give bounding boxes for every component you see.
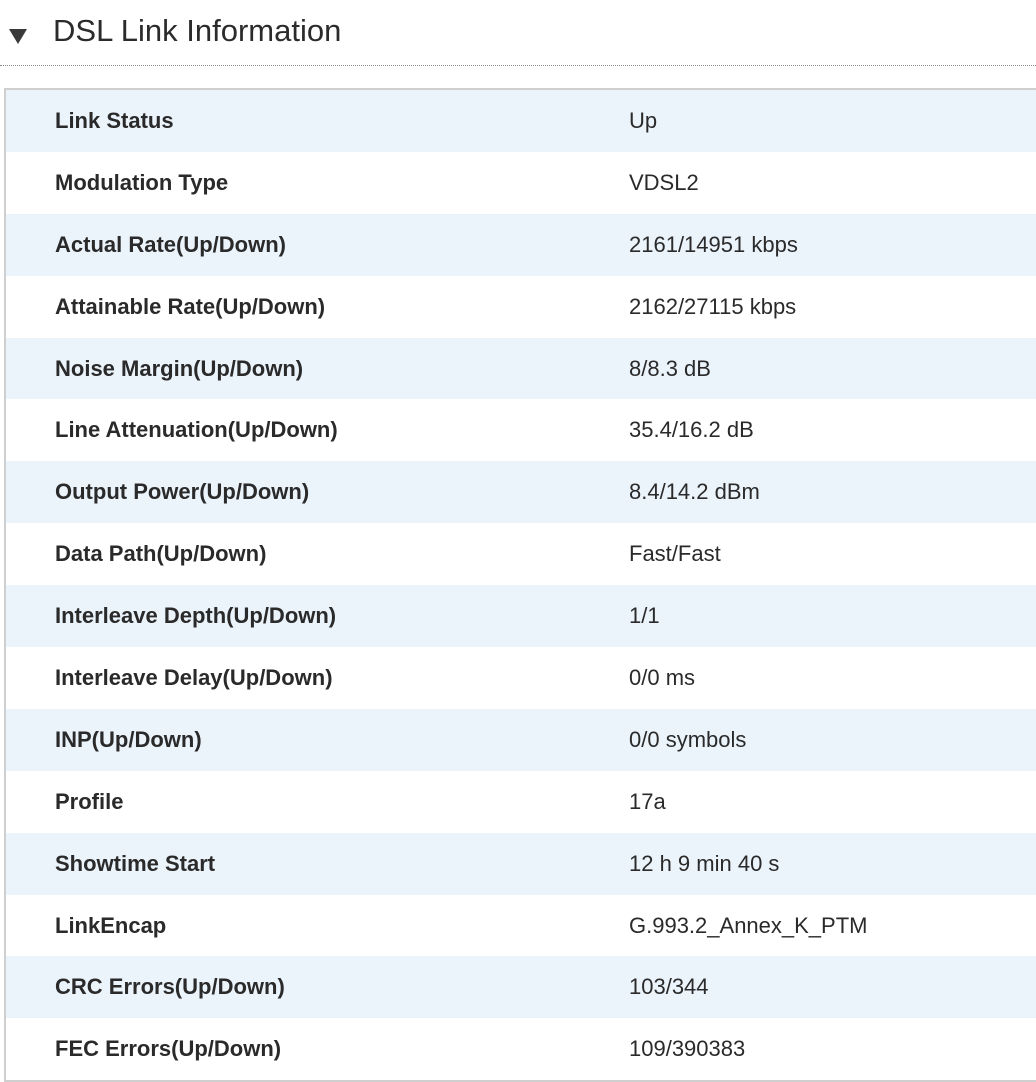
row-value-link-status: Up xyxy=(629,107,658,133)
row-label-interleave-depth: Interleave Depth(Up/Down) xyxy=(55,603,337,629)
row-label-interleave-delay: Interleave Delay(Up/Down) xyxy=(55,664,333,690)
row-value-showtime-start: 12 h 9 min 40 s xyxy=(629,850,780,876)
row-label-showtime-start: Showtime Start xyxy=(55,850,216,876)
row-label-link-status: Link Status xyxy=(55,107,174,133)
row-label-fec-errors: FEC Errors(Up/Down) xyxy=(55,1036,282,1062)
row-label-line-attenuation: Line Attenuation(Up/Down) xyxy=(55,417,338,443)
row-label-profile: Profile xyxy=(55,788,124,814)
table-row: Data Path(Up/Down) Fast/Fast xyxy=(6,523,1036,586)
table-row: INP(Up/Down) 0/0 symbols xyxy=(6,708,1036,771)
table-row: Showtime Start 12 h 9 min 40 s xyxy=(6,832,1036,895)
section-header: DSL Link Information xyxy=(0,0,1036,66)
table-row: LinkEncap G.993.2_Annex_K_PTM xyxy=(6,894,1036,957)
table-row: Noise Margin(Up/Down) 8/8.3 dB xyxy=(6,337,1036,400)
table-row: Interleave Depth(Up/Down) 1/1 xyxy=(6,585,1036,648)
row-label-link-encap: LinkEncap xyxy=(55,912,167,938)
table-row: Output Power(Up/Down) 8.4/14.2 dBm xyxy=(6,461,1036,524)
row-label-data-path: Data Path(Up/Down) xyxy=(55,541,267,567)
table-row: Actual Rate(Up/Down) 2161/14951 kbps xyxy=(6,213,1036,276)
row-label-attainable-rate: Attainable Rate(Up/Down) xyxy=(55,293,326,319)
row-label-output-power: Output Power(Up/Down) xyxy=(55,479,310,505)
row-label-modulation-type: Modulation Type xyxy=(55,169,229,195)
row-value-data-path: Fast/Fast xyxy=(629,541,721,567)
row-value-fec-errors: 109/390383 xyxy=(629,1036,746,1062)
row-label-crc-errors: CRC Errors(Up/Down) xyxy=(55,974,285,1000)
row-label-actual-rate: Actual Rate(Up/Down) xyxy=(55,231,286,257)
row-value-interleave-delay: 0/0 ms xyxy=(629,664,696,690)
row-value-actual-rate: 2161/14951 kbps xyxy=(629,231,798,257)
row-value-inp: 0/0 symbols xyxy=(629,726,747,752)
row-value-noise-margin: 8/8.3 dB xyxy=(629,355,711,381)
table-row: Line Attenuation(Up/Down) 35.4/16.2 dB xyxy=(6,399,1036,462)
table-row: Attainable Rate(Up/Down) 2162/27115 kbps xyxy=(6,275,1036,338)
row-value-crc-errors: 103/344 xyxy=(629,974,709,1000)
row-value-line-attenuation: 35.4/16.2 dB xyxy=(629,417,754,443)
row-value-modulation-type: VDSL2 xyxy=(629,169,699,195)
row-value-output-power: 8.4/14.2 dBm xyxy=(629,479,760,505)
row-value-link-encap: G.993.2_Annex_K_PTM xyxy=(629,912,868,938)
row-value-attainable-rate: 2162/27115 kbps xyxy=(629,293,797,319)
row-label-inp: INP(Up/Down) xyxy=(55,726,202,752)
row-value-interleave-depth: 1/1 xyxy=(629,603,660,629)
table-row: CRC Errors(Up/Down) 103/344 xyxy=(6,956,1036,1019)
table-row: FEC Errors(Up/Down) 109/390383 xyxy=(6,1018,1036,1081)
dsl-info-table: Link Status Up Modulation Type VDSL2 Act… xyxy=(4,88,1036,1082)
row-value-profile: 17a xyxy=(629,788,666,814)
collapse-triangle-icon[interactable] xyxy=(9,29,27,44)
section-title[interactable]: DSL Link Information xyxy=(53,12,341,50)
table-row: Link Status Up xyxy=(6,90,1036,152)
table-row: Modulation Type VDSL2 xyxy=(6,151,1036,214)
table-row: Interleave Delay(Up/Down) 0/0 ms xyxy=(6,647,1036,709)
row-label-noise-margin: Noise Margin(Up/Down) xyxy=(55,355,304,381)
table-row: Profile 17a xyxy=(6,770,1036,833)
